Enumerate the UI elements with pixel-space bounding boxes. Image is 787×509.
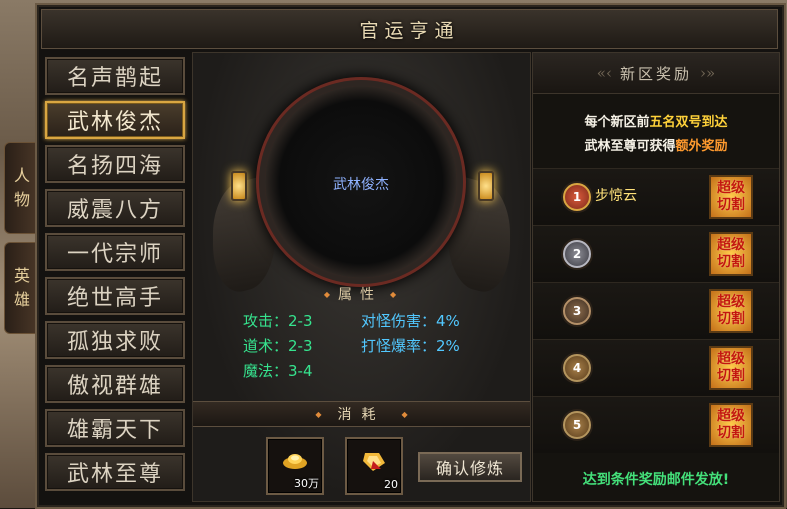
cost-slot-gold[interactable]: 30万 [266, 437, 324, 495]
tab-hero-label-bottom: 雄 [13, 290, 30, 309]
super-cut-reward-icon[interactable]: 超级 切割 [709, 232, 753, 276]
reward-badge-line2: 切割 [717, 197, 745, 213]
rank-window: 官运亨通 名声鹊起 武林俊杰 名扬四海 威震八方 一代宗师 绝世高手 孤独求败 … [35, 3, 786, 509]
rank-button-9[interactable]: 雄霸天下 [45, 409, 185, 447]
reward-row: 4 超级 切割 [533, 339, 779, 396]
rank-button-8[interactable]: 傲视群雄 [45, 365, 185, 403]
rank-4-medal-icon: 4 [563, 354, 591, 382]
gem-arrow-icon [363, 453, 385, 471]
super-cut-reward-icon[interactable]: 超级 切割 [709, 289, 753, 333]
attr-monster-drop-rate: 打怪爆率：2% [361, 337, 460, 355]
reward-heading: 新区奖励 [533, 53, 779, 94]
rank-button-5[interactable]: 一代宗师 [45, 233, 185, 271]
confirm-cultivate-button[interactable]: 确认修炼 [418, 452, 522, 482]
rank-1-medal-icon: 1 [563, 183, 591, 211]
attr-magic: 魔法：3-4 [243, 362, 313, 380]
rank-3-medal-icon: 3 [563, 297, 591, 325]
rank-button-10[interactable]: 武林至尊 [45, 453, 185, 491]
lantern-right-icon [478, 171, 494, 201]
medallion-rank-name: 武林俊杰 [333, 177, 389, 193]
rank-medallion: 武林俊杰 [265, 86, 457, 278]
reward-row: 2 超级 切割 [533, 225, 779, 282]
reward-badge-line1: 超级 [717, 237, 745, 253]
gold-ingot-icon [283, 454, 307, 469]
reward-badge-line2: 切割 [717, 311, 745, 327]
attr-monster-damage: 对怪伤害：4% [361, 312, 460, 330]
reward-badge-line1: 超级 [717, 408, 745, 424]
reward-badge-line2: 切割 [717, 368, 745, 384]
rank-5-medal-icon: 5 [563, 411, 591, 439]
rank-button-6[interactable]: 绝世高手 [45, 277, 185, 315]
new-server-reward-panel: 新区奖励 每个新区前五名双号到达 武林至尊可获得额外奖励 1 步惊云 超级 切割… [532, 52, 780, 502]
reward-desc-line1-a: 每个新区前 [584, 115, 650, 130]
attr-attack: 攻击：2-3 [243, 312, 313, 330]
attr-taoism: 道术：2-3 [243, 337, 313, 355]
rank-button-4[interactable]: 威震八方 [45, 189, 185, 227]
tab-character-label-bottom: 物 [13, 190, 30, 209]
reward-row: 5 超级 切割 [533, 396, 779, 453]
reward-desc-line2-a: 武林至尊可获得 [584, 139, 676, 154]
reward-desc-line2-b: 额外奖励 [675, 139, 728, 154]
side-tabs: 人 物 英 雄 [4, 142, 39, 342]
rank-detail-panel: 武林俊杰 属性 攻击：2-3 道术：2-3 魔法：3-4 对怪伤害：4% 打怪爆… [192, 52, 531, 502]
super-cut-reward-icon[interactable]: 超级 切割 [709, 403, 753, 447]
reward-description: 每个新区前五名双号到达 武林至尊可获得额外奖励 [533, 111, 779, 159]
reward-desc-line1-b: 五名双号到达 [649, 115, 728, 130]
attributes-heading: 属性 [310, 284, 410, 304]
super-cut-reward-icon[interactable]: 超级 切割 [709, 175, 753, 219]
cost-gem-qty: 20 [384, 478, 398, 491]
consume-heading: 消耗 [193, 401, 530, 427]
rank-button-7[interactable]: 孤独求败 [45, 321, 185, 359]
reward-badge-line1: 超级 [717, 351, 745, 367]
cost-slot-gem[interactable]: 20 [345, 437, 403, 495]
window-title: 官运亨通 [359, 19, 460, 42]
tab-hero[interactable]: 英 雄 [4, 242, 39, 334]
reward-player-name: 步惊云 [595, 188, 637, 204]
tab-character-label-top: 人 [13, 166, 30, 185]
reward-badge-line2: 切割 [717, 254, 745, 270]
reward-row: 1 步惊云 超级 切割 [533, 168, 779, 225]
rank-2-medal-icon: 2 [563, 240, 591, 268]
reward-badge-line1: 超级 [717, 294, 745, 310]
reward-badge-line1: 超级 [717, 180, 745, 196]
reward-footer-note: 达到条件奖励邮件发放! [582, 472, 730, 488]
rank-button-2[interactable]: 武林俊杰 [45, 101, 185, 139]
tab-hero-label-top: 英 [13, 266, 30, 285]
super-cut-reward-icon[interactable]: 超级 切割 [709, 346, 753, 390]
lantern-left-icon [231, 171, 247, 201]
cost-gold-qty: 30万 [294, 477, 319, 490]
rank-button-3[interactable]: 名扬四海 [45, 145, 185, 183]
reward-row: 3 超级 切割 [533, 282, 779, 339]
reward-badge-line2: 切割 [717, 425, 745, 441]
rank-button-1[interactable]: 名声鹊起 [45, 57, 185, 95]
window-titlebar[interactable]: 官运亨通 [41, 9, 778, 49]
tab-character[interactable]: 人 物 [4, 142, 39, 234]
